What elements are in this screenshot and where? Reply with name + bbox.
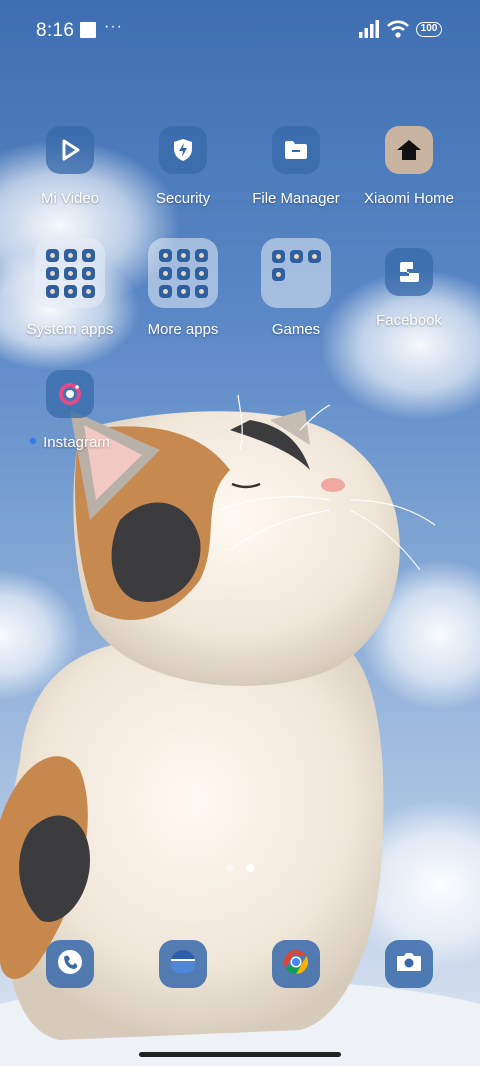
app-label: Instagram	[10, 434, 130, 451]
app-label: File Manager	[252, 190, 340, 207]
folder-games[interactable]: Games	[236, 238, 356, 338]
gesture-home-bar[interactable]	[139, 1052, 341, 1057]
app-label: System apps	[26, 321, 114, 338]
status-bar: 8:16 ··· 100	[0, 0, 480, 60]
app-mi-video[interactable]: Mi Video	[10, 126, 130, 207]
instagram-icon	[46, 370, 94, 418]
app-label-text: Instagram	[43, 434, 110, 451]
dock-chrome[interactable]	[272, 940, 320, 988]
dock-camera[interactable]	[385, 940, 433, 988]
folder-grid-icon	[35, 238, 105, 308]
signal-icon	[359, 20, 379, 38]
messages-icon	[168, 947, 198, 982]
app-label: Games	[271, 321, 321, 338]
app-facebook[interactable]: Facebook	[349, 248, 469, 329]
camera-icon	[395, 950, 423, 979]
app-label: Facebook	[376, 312, 442, 329]
more-notifications-icon: ···	[104, 18, 123, 35]
wifi-icon	[387, 20, 409, 38]
app-instagram[interactable]: Instagram	[10, 370, 130, 451]
app-label: Mi Video	[40, 190, 100, 207]
page-indicator-1[interactable]	[226, 864, 234, 872]
folder-icon	[272, 126, 320, 174]
page-indicator-2[interactable]	[246, 864, 254, 872]
house-icon	[385, 126, 433, 174]
notification-icon	[80, 22, 96, 38]
clock: 8:16	[36, 20, 75, 41]
dock-messages[interactable]	[159, 940, 207, 988]
app-xiaomi-home[interactable]: Xiaomi Home	[349, 126, 469, 207]
app-security[interactable]: Security	[123, 126, 243, 207]
facebook-icon	[385, 248, 433, 296]
folder-grid-icon	[148, 238, 218, 308]
app-label: Xiaomi Home	[363, 190, 455, 207]
dock-phone[interactable]	[46, 940, 94, 988]
app-label: Security	[155, 190, 211, 207]
folder-more-apps[interactable]: More apps	[123, 238, 243, 338]
folder-grid-icon	[261, 238, 331, 308]
app-file-manager[interactable]: File Manager	[236, 126, 356, 207]
phone-icon	[55, 947, 85, 982]
shield-bolt-icon	[159, 126, 207, 174]
new-install-dot	[30, 438, 37, 445]
play-icon	[46, 126, 94, 174]
battery-indicator: 100	[416, 22, 442, 37]
folder-system-apps[interactable]: System apps	[10, 238, 130, 338]
chrome-icon	[282, 948, 310, 981]
app-label: More apps	[147, 321, 219, 338]
